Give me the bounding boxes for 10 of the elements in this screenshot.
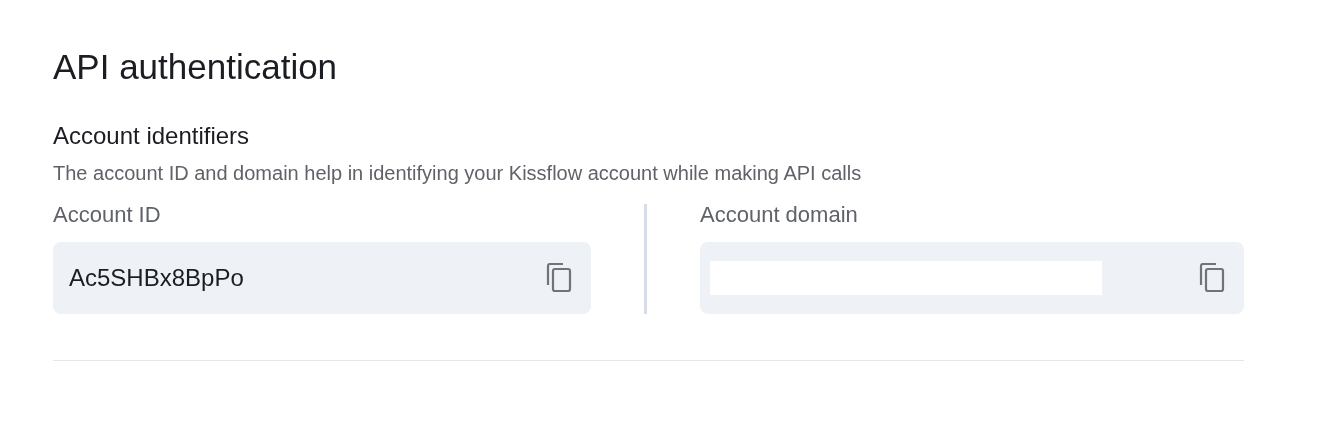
- read-only-field[interactable]: [700, 242, 1244, 314]
- field-label: Account domain: [700, 201, 859, 229]
- field-value: Ac5SHBx8BpPo: [69, 264, 244, 292]
- section-description: The account ID and domain help in identifying your Kissflow account while making API calls: [53, 161, 863, 186]
- field-label: Account ID: [53, 201, 162, 229]
- copy-icon[interactable]: [545, 263, 573, 293]
- page-title: API authentication: [53, 46, 339, 88]
- section-heading: Account identifiers: [53, 121, 251, 151]
- read-only-field[interactable]: Ac5SHBx8BpPo: [53, 242, 591, 314]
- copy-icon[interactable]: [1198, 263, 1226, 293]
